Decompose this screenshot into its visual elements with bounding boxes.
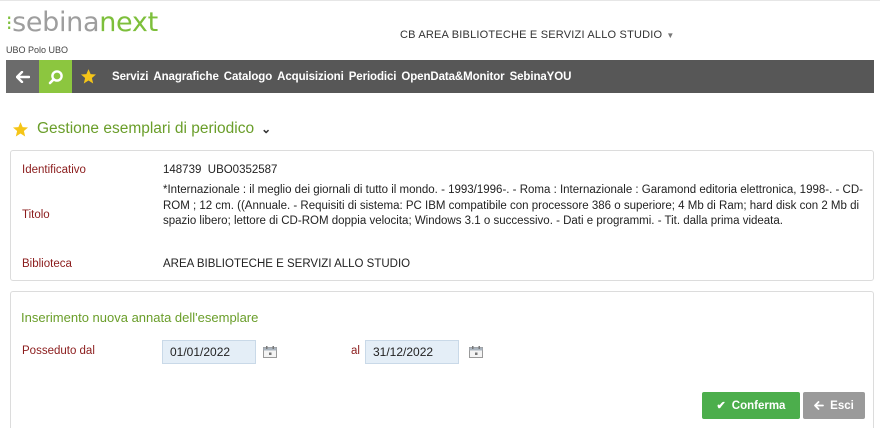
chevron-down-icon[interactable]: ⌄ — [261, 122, 271, 136]
al-label: al — [351, 345, 360, 357]
checkmark-icon: ✔ — [716, 400, 726, 412]
arrow-left-icon — [15, 70, 30, 83]
identificativo-value: 148739 UBO0352587 — [163, 164, 278, 176]
form-section-title: Inserimento nuova annata dell'esemplare — [21, 310, 259, 325]
nav-item-opendata-monitor[interactable]: OpenData&Monitor — [401, 71, 504, 83]
nav-item-acquisizioni[interactable]: Acquisizioni — [277, 71, 344, 83]
biblioteca-value: AREA BIBLIOTECHE E SERVIZI ALLO STUDIO — [163, 258, 411, 270]
confirm-button[interactable]: ✔ Conferma — [702, 392, 800, 419]
star-icon — [12, 121, 29, 136]
biblioteca-label: Biblioteca — [22, 258, 72, 270]
date-from-input[interactable]: 01/01/2022 — [162, 340, 256, 364]
nav-item-anagrafiche[interactable]: Anagrafiche — [153, 71, 218, 83]
polo-label: UBO Polo UBO — [6, 45, 69, 55]
caret-down-icon: ▼ — [666, 31, 675, 40]
main-navbar: Servizi Anagrafiche Catalogo Acquisizion… — [6, 60, 874, 93]
titolo-label: Titolo — [22, 209, 50, 221]
exit-button[interactable]: Esci — [803, 392, 865, 419]
titolo-value: *Internazionale : il meglio dei giornali… — [163, 184, 863, 227]
search-icon — [48, 69, 63, 84]
date-to-input[interactable]: 31/12/2022 — [365, 340, 459, 364]
identificativo-label: Identificativo — [22, 164, 86, 176]
page-title[interactable]: Gestione esemplari di periodico ⌄ — [12, 120, 271, 138]
nav-item-sebinayou[interactable]: SebinaYOU — [510, 71, 572, 83]
back-button[interactable] — [6, 60, 39, 93]
confirm-button-label: Conferma — [731, 399, 786, 412]
area-selector-label: CB AREA BIBLIOTECHE E SERVIZI ALLO STUDI… — [400, 29, 663, 41]
new-year-form-panel: Inserimento nuova annata dell'esemplare … — [10, 291, 874, 428]
area-selector[interactable]: CB AREA BIBLIOTECHE E SERVIZI ALLO STUDI… — [400, 29, 674, 41]
search-button[interactable] — [39, 60, 72, 93]
arrow-left-icon — [814, 401, 825, 410]
nav-menu: Servizi Anagrafiche Catalogo Acquisizion… — [112, 60, 576, 93]
nav-item-periodici[interactable]: Periodici — [349, 71, 397, 83]
exit-button-label: Esci — [830, 399, 854, 412]
record-details-panel: Identificativo 148739 UBO0352587 Titolo … — [10, 150, 874, 281]
sebinanext-logo: ⁝sebinanext — [6, 7, 158, 38]
posseduto-dal-label: Posseduto dal — [22, 345, 95, 357]
page-title-text: Gestione esemplari di periodico — [37, 120, 255, 137]
calendar-icon[interactable] — [263, 346, 277, 358]
star-icon — [80, 69, 97, 84]
nav-item-servizi[interactable]: Servizi — [112, 71, 148, 83]
calendar-icon[interactable] — [469, 346, 483, 358]
favorites-button[interactable] — [72, 60, 105, 93]
nav-item-catalogo[interactable]: Catalogo — [224, 71, 273, 83]
app-header: ⁝sebinanext UBO Polo UBO CB AREA BIBLIOT… — [0, 0, 880, 60]
